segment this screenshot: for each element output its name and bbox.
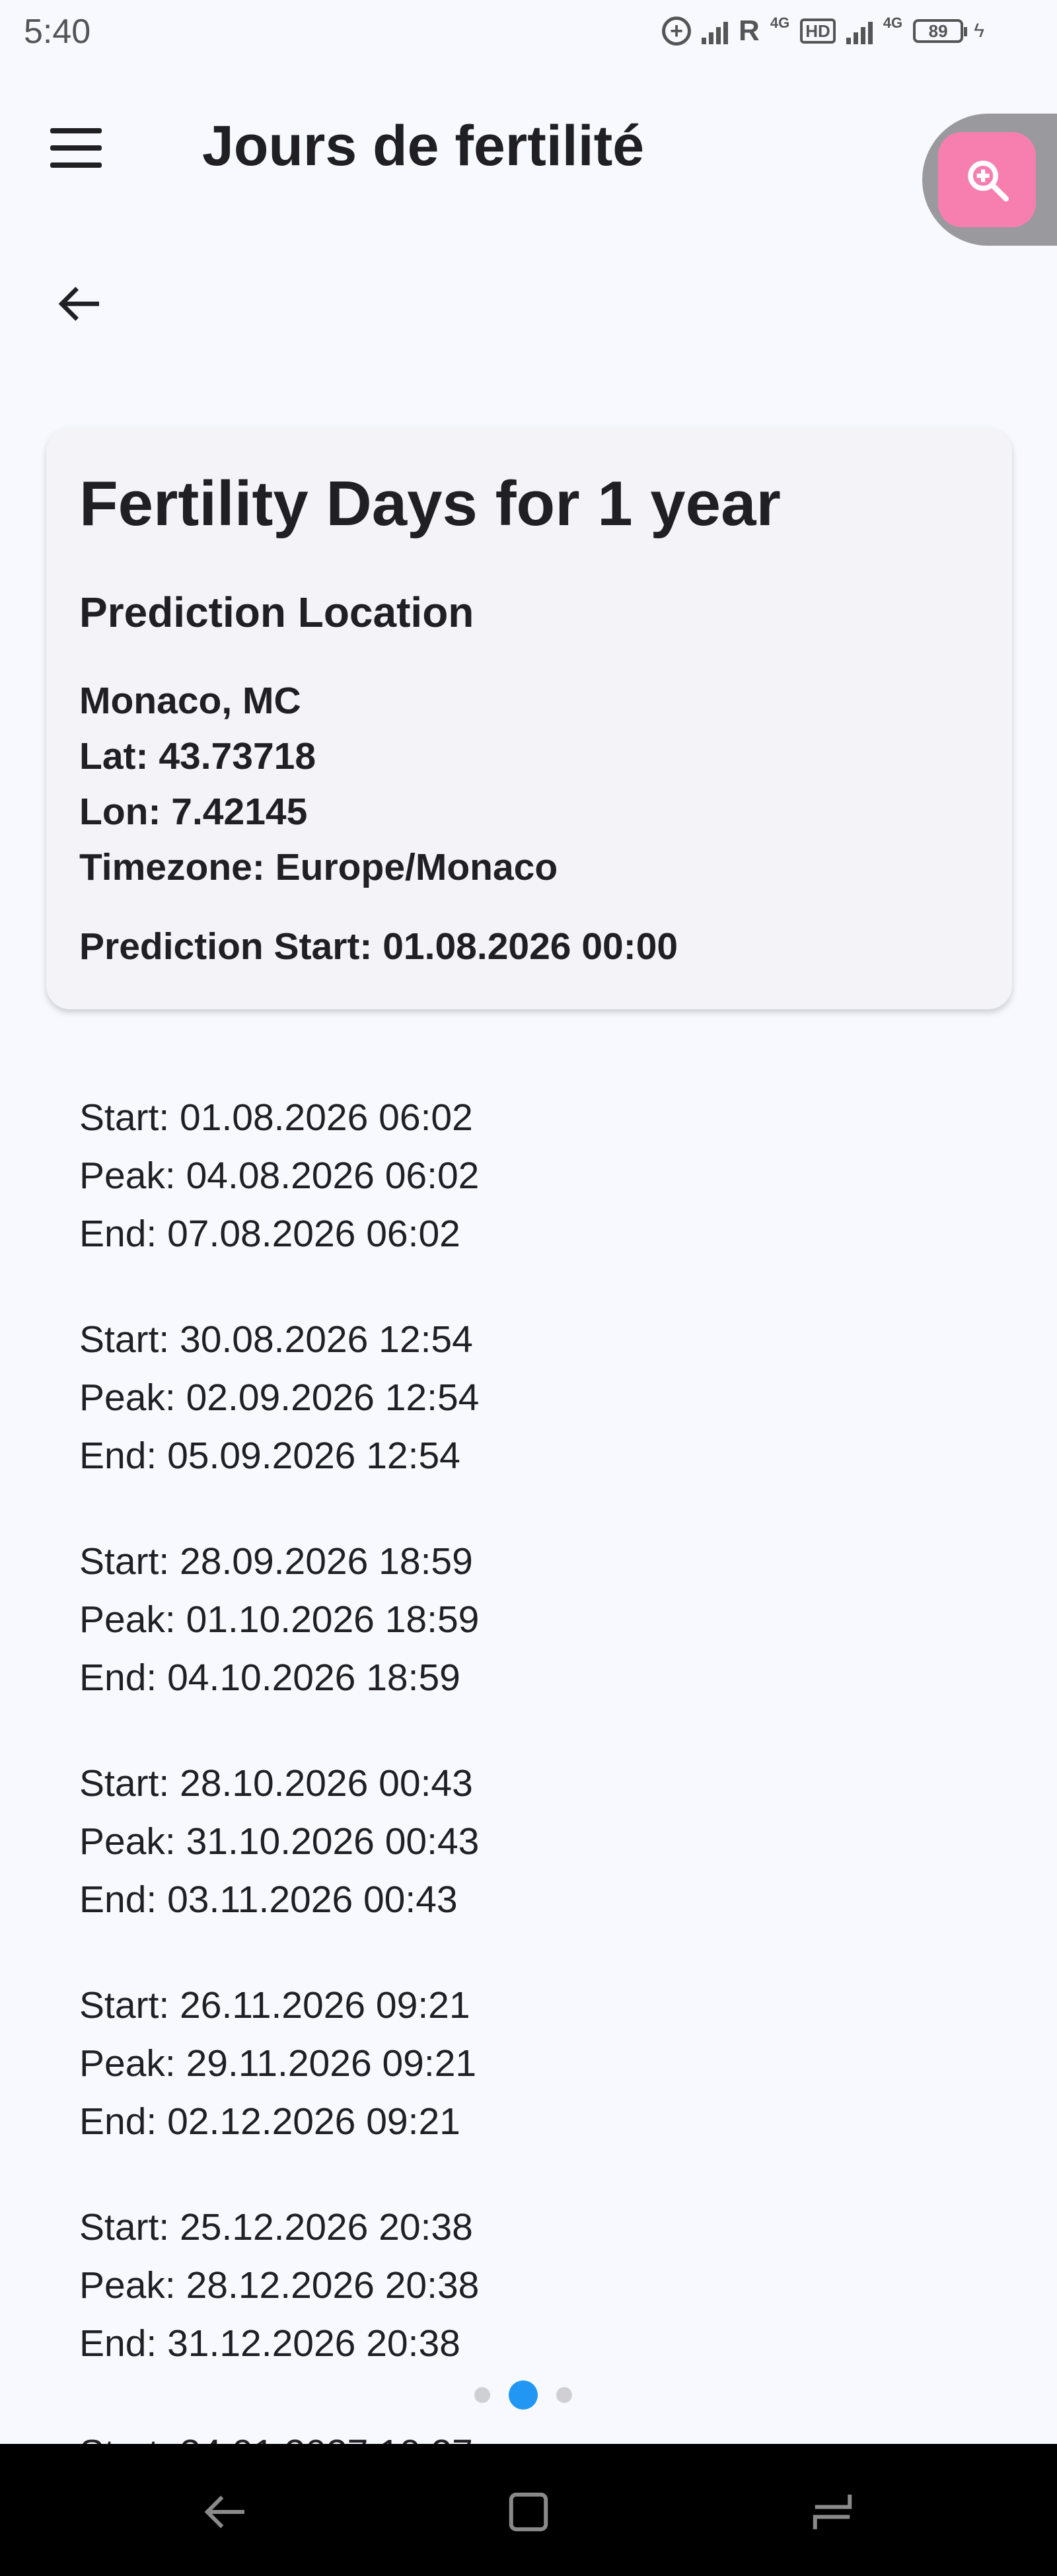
- cycle-start: Start: 25.12.2026 20:38: [79, 2206, 473, 2248]
- cycle-peak: Peak: 04.08.2026 06:02: [79, 1155, 480, 1197]
- list-item: Start: 30.08.2026 12:54 Peak: 02.09.2026…: [79, 1310, 1004, 1532]
- menu-icon[interactable]: [50, 128, 104, 168]
- zoom-button[interactable]: [938, 132, 1036, 227]
- app-bar: Jours de fertilité: [0, 99, 1057, 198]
- list-item: Start: 28.10.2026 00:43 Peak: 31.10.2026…: [79, 1754, 1004, 1976]
- cycle-end: End: 03.11.2026 00:43: [79, 1878, 458, 1921]
- signal-icon-2: [846, 18, 873, 44]
- longitude-text: Lon: 7.42145: [79, 791, 308, 833]
- charging-icon: ϟ: [974, 20, 984, 42]
- cycle-end: End: 31.12.2026 20:38: [79, 2322, 460, 2365]
- list-item: Start: 28.09.2026 18:59 Peak: 01.10.2026…: [79, 1532, 1004, 1754]
- fertility-cycle-list: Start: 01.08.2026 06:02 Peak: 04.08.2026…: [79, 1089, 1004, 2420]
- nav-back-button[interactable]: [195, 2482, 254, 2542]
- network-type-a: 4G: [770, 15, 790, 31]
- cycle-peak: Peak: 31.10.2026 00:43: [79, 1820, 480, 1863]
- timezone-text: Timezone: Europe/Monaco: [79, 846, 558, 888]
- page-dot-active[interactable]: [509, 2380, 538, 2410]
- cycle-peak: Peak: 28.12.2026 20:38: [79, 2264, 480, 2307]
- status-time: 5:40: [24, 13, 91, 51]
- cycle-start: Start: 26.11.2026 09:21: [79, 1984, 470, 2026]
- arrow-back-icon: [58, 287, 99, 321]
- data-saver-icon: +: [662, 17, 692, 46]
- location-text: Monaco, MC: [79, 680, 301, 722]
- latitude-text: Lat: 43.73718: [79, 735, 316, 777]
- page-dot[interactable]: [556, 2387, 572, 2403]
- system-nav-bar: [0, 2444, 1057, 2576]
- page-indicator: [474, 2380, 572, 2410]
- page-title: Jours de fertilité: [202, 114, 645, 178]
- nav-recents-button[interactable]: [803, 2482, 862, 2542]
- cycle-peak: Peak: 02.09.2026 12:54: [79, 1377, 480, 1419]
- card-subtitle: Prediction Location: [79, 589, 474, 636]
- cycle-peak: Peak: 29.11.2026 09:21: [79, 2042, 477, 2085]
- cycle-start: Start: 30.08.2026 12:54: [79, 1318, 473, 1361]
- network-type-b: 4G: [883, 15, 903, 31]
- card-title: Fertility Days for 1 year: [79, 468, 781, 539]
- cycle-end: End: 02.12.2026 09:21: [79, 2100, 460, 2143]
- nav-home-button[interactable]: [499, 2482, 558, 2542]
- nav-recents-icon: [813, 2494, 852, 2530]
- cycle-start: Start: 01.08.2026 06:02: [79, 1096, 473, 1139]
- status-bar: 5:40 + R 4G HD 4G 89 ϟ: [0, 0, 1057, 73]
- cycle-start: Start: 28.10.2026 00:43: [79, 1762, 473, 1805]
- list-item: Start: 26.11.2026 09:21 Peak: 29.11.2026…: [79, 1976, 1004, 2198]
- cycle-peak: Peak: 01.10.2026 18:59: [79, 1598, 480, 1641]
- status-icons: + R 4G HD 4G 89 ϟ: [662, 15, 984, 48]
- prediction-card: Fertility Days for 1 year Prediction Loc…: [46, 428, 1012, 1009]
- page-dot[interactable]: [474, 2387, 490, 2403]
- zoom-in-icon: [968, 161, 1009, 202]
- cycle-end: End: 04.10.2026 18:59: [79, 1657, 460, 1699]
- cycle-end: End: 07.08.2026 06:02: [79, 1213, 460, 1255]
- list-item: Start: 01.08.2026 06:02 Peak: 04.08.2026…: [79, 1089, 1004, 1310]
- cycle-start: Start: 28.09.2026 18:59: [79, 1540, 473, 1583]
- battery-icon: 89: [913, 19, 968, 43]
- fab-container: [922, 114, 1057, 246]
- nav-back-icon: [204, 2495, 244, 2528]
- prediction-start-text: Prediction Start: 01.08.2026 00:00: [79, 925, 678, 968]
- signal-icon: [702, 18, 729, 44]
- hd-voice-icon: HD: [800, 18, 836, 44]
- cycle-end: End: 05.09.2026 12:54: [79, 1435, 460, 1477]
- back-button[interactable]: [53, 277, 106, 330]
- roaming-indicator: R: [739, 15, 760, 47]
- nav-home-icon: [509, 2492, 548, 2532]
